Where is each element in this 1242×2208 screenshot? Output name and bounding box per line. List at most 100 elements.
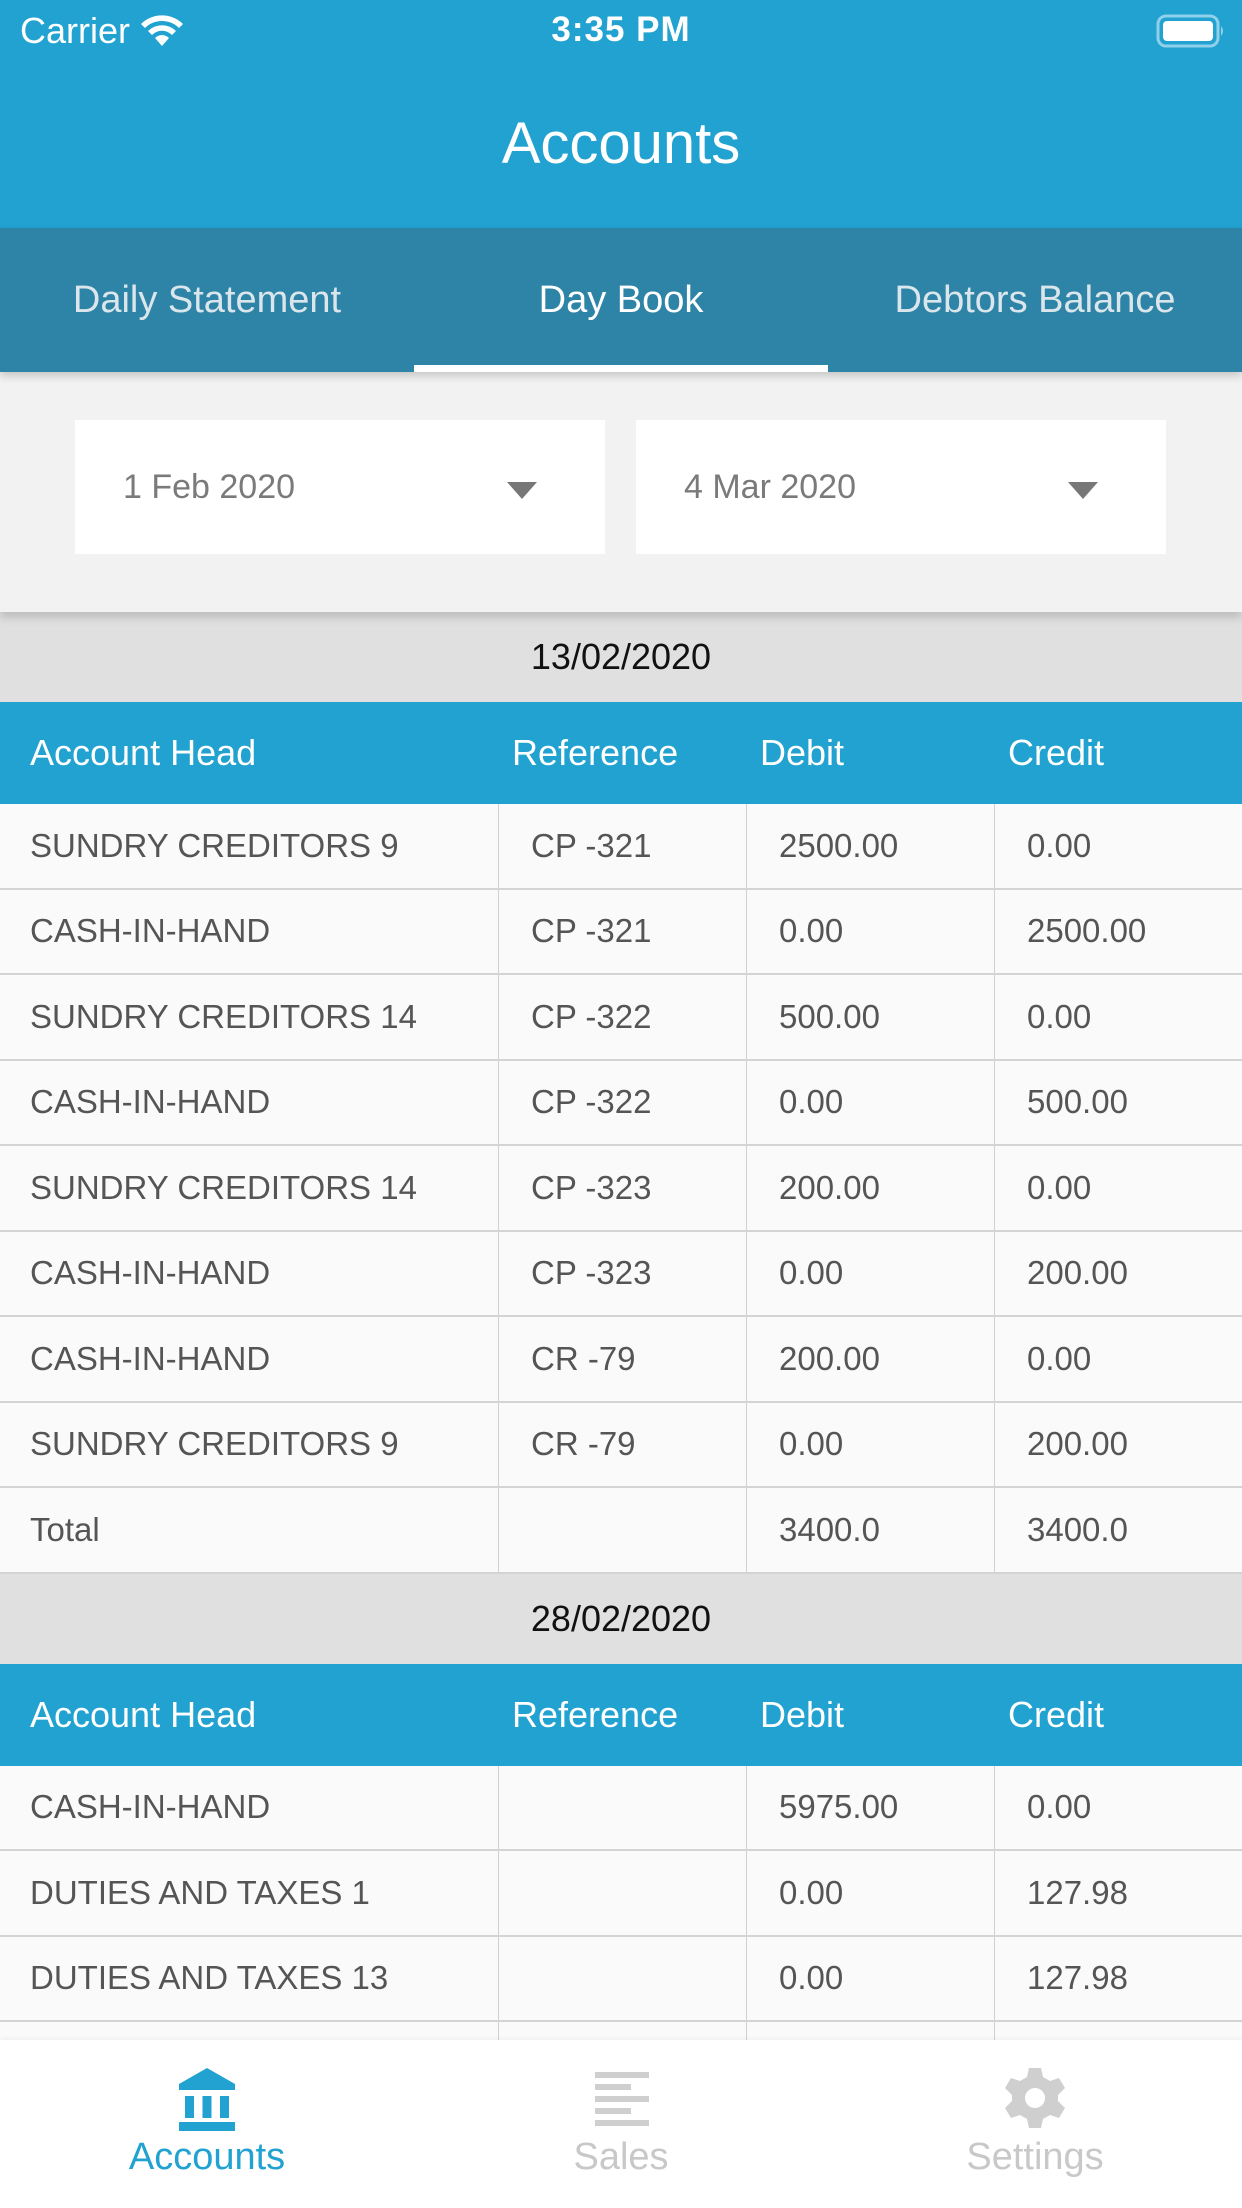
table-row[interactable]: SUNDRY CREDITORS 14 CP -323 200.00 0.00 — [0, 1146, 1242, 1232]
section-date-header: 13/02/2020 — [0, 612, 1242, 702]
tabbar-label: Accounts — [128, 2136, 286, 2178]
tabbar-item-sales[interactable]: Sales — [414, 2040, 828, 2208]
tab-label: Debtors Balance — [894, 278, 1176, 321]
cell-credit: 0.00 — [994, 1317, 1242, 1401]
bottom-tab-bar: Accounts Sales Settings — [0, 2040, 1242, 2208]
active-tab-indicator — [414, 365, 828, 372]
table-row[interactable]: CASH-IN-HAND CP -322 0.00 500.00 — [0, 1060, 1242, 1146]
cell-reference — [498, 1488, 746, 1572]
cell-credit: 200.00 — [994, 1402, 1242, 1486]
column-header-debit: Debit — [760, 1693, 845, 1735]
cell-debit: 200.00 — [746, 1317, 994, 1401]
column-header-debit: Debit — [760, 732, 845, 773]
cell-account: SUNDRY CREDITORS 14 — [30, 997, 417, 1035]
from-date-value: 1 Feb 2020 — [123, 467, 296, 506]
to-date-value: 4 Mar 2020 — [684, 467, 856, 506]
tab-debtors-balance[interactable]: Debtors Balance — [828, 228, 1242, 372]
gear-icon — [1005, 2068, 1065, 2128]
total-label: Total — [30, 1510, 100, 1548]
cell-debit: 200.00 — [746, 1146, 994, 1230]
cell-reference — [498, 1851, 746, 1935]
column-header-reference: Reference — [512, 1693, 679, 1735]
cell-reference: CP -322 — [498, 975, 746, 1059]
cell-credit: 2500.00 — [994, 889, 1242, 973]
table-row[interactable]: CASH-IN-HAND 5975.00 0.00 — [0, 1765, 1242, 1851]
tab-label: Day Book — [538, 278, 704, 321]
cell-reference: CP -321 — [498, 889, 746, 973]
cell-reference: CP -323 — [498, 1231, 746, 1315]
table-row[interactable]: CASH-IN-HAND CP -323 0.00 200.00 — [0, 1231, 1242, 1317]
cell-debit: 2500.00 — [746, 804, 994, 888]
caret-down-icon — [1068, 482, 1098, 499]
tab-daily-statement[interactable]: Daily Statement — [0, 228, 414, 372]
segment-tabs: Daily Statement Day Book Debtors Balance — [0, 228, 1242, 372]
cell-account: CASH-IN-HAND — [30, 1788, 271, 1826]
cell-account: DUTIES AND TAXES 1 — [30, 1873, 370, 1911]
total-debit: 3400.0 — [746, 1488, 994, 1572]
cell-reference — [498, 1765, 746, 1849]
cell-account — [0, 2022, 498, 2040]
tab-day-book[interactable]: Day Book — [414, 228, 828, 372]
table-row[interactable]: DUTIES AND TAXES 13 0.00 127.98 — [0, 1936, 1242, 2022]
tabbar-item-accounts[interactable]: Accounts — [0, 2040, 414, 2208]
cell-reference — [498, 1936, 746, 2020]
cell-debit: 0.00 — [746, 1402, 994, 1486]
page-title: Accounts — [501, 111, 741, 176]
tabbar-item-settings[interactable]: Settings — [828, 2040, 1242, 2208]
cell-account: DUTIES AND TAXES 13 — [30, 1959, 389, 1997]
column-header-credit: Credit — [1008, 1693, 1105, 1735]
tabbar-label: Settings — [966, 2136, 1104, 2178]
cell-reference: CR -79 — [498, 1402, 746, 1486]
cell-account: CASH-IN-HAND — [30, 1339, 271, 1377]
section-date-header: 28/02/2020 — [0, 1573, 1242, 1664]
cell-account: SUNDRY CREDITORS 9 — [30, 1425, 399, 1463]
list-icon — [595, 2072, 649, 2126]
table-row[interactable] — [0, 2022, 1242, 2040]
table-row[interactable]: DUTIES AND TAXES 1 0.00 127.98 — [0, 1851, 1242, 1937]
cell-account: CASH-IN-HAND — [30, 1254, 271, 1292]
cell-account: CASH-IN-HAND — [30, 912, 271, 950]
cell-reference: CR -79 — [498, 1317, 746, 1401]
cell-reference: CP -321 — [498, 804, 746, 888]
cell-debit: 0.00 — [746, 1060, 994, 1144]
caret-down-icon — [507, 482, 537, 499]
cell-account: CASH-IN-HAND — [30, 1083, 271, 1121]
column-header-reference: Reference — [512, 732, 679, 773]
column-header-account-head: Account Head — [30, 1693, 257, 1735]
cell-account: SUNDRY CREDITORS 9 — [30, 826, 399, 864]
table-row[interactable]: SUNDRY CREDITORS 9 CP -321 2500.00 0.00 — [0, 804, 1242, 890]
status-bar: Carrier 3:35 PM — [0, 0, 1242, 62]
table-row[interactable]: CASH-IN-HAND CP -321 0.00 2500.00 — [0, 889, 1242, 975]
total-credit: 3400.0 — [994, 1488, 1242, 1572]
cell-credit: 127.98 — [994, 1936, 1242, 2020]
cell-debit: 0.00 — [746, 1936, 994, 2020]
cell-debit: 500.00 — [746, 975, 994, 1059]
day-book-list[interactable]: 13/02/2020 Account Head Reference Debit … — [0, 612, 1242, 2040]
table-header: Account Head Reference Debit Credit — [0, 1663, 1242, 1766]
column-header-account-head: Account Head — [30, 732, 257, 773]
cell-credit — [994, 2022, 1242, 2040]
cell-debit: 0.00 — [746, 1231, 994, 1315]
table-row[interactable]: SUNDRY CREDITORS 14 CP -322 500.00 0.00 — [0, 975, 1242, 1061]
tab-label: Daily Statement — [72, 278, 342, 321]
cell-credit: 0.00 — [994, 804, 1242, 888]
table-header: Account Head Reference Debit Credit — [0, 702, 1242, 804]
battery-full-icon — [1156, 14, 1223, 48]
date-filter-bar: 1 Feb 2020 4 Mar 2020 — [0, 372, 1242, 612]
to-date-dropdown[interactable]: 4 Mar 2020 — [636, 420, 1166, 554]
cell-reference: CP -322 — [498, 1060, 746, 1144]
cell-debit — [746, 2022, 994, 2040]
cell-debit: 0.00 — [746, 1851, 994, 1935]
table-row[interactable]: SUNDRY CREDITORS 9 CR -79 0.00 200.00 — [0, 1402, 1242, 1488]
cell-credit: 500.00 — [994, 1060, 1242, 1144]
status-time: 3:35 PM — [551, 10, 691, 49]
table-row[interactable]: CASH-IN-HAND CR -79 200.00 0.00 — [0, 1317, 1242, 1403]
cell-credit: 0.00 — [994, 1146, 1242, 1230]
cell-account: SUNDRY CREDITORS 14 — [30, 1168, 417, 1206]
from-date-dropdown[interactable]: 1 Feb 2020 — [75, 420, 605, 554]
tabbar-label: Sales — [573, 2136, 669, 2178]
cell-debit: 5975.00 — [746, 1765, 994, 1849]
cell-credit: 0.00 — [994, 975, 1242, 1059]
app-header: Carrier 3:35 PM Accounts — [0, 0, 1242, 228]
cell-reference — [498, 2022, 746, 2040]
